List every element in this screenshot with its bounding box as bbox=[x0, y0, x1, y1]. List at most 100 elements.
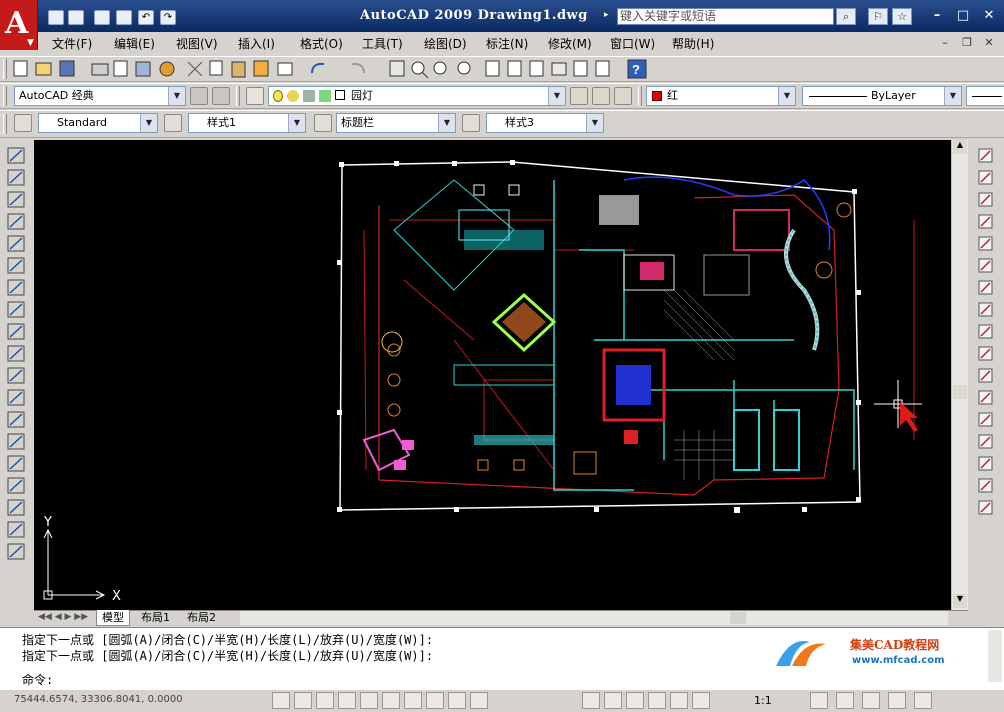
snap-mode-icon[interactable] bbox=[272, 692, 290, 709]
gradient-icon[interactable] bbox=[6, 476, 26, 495]
menu-help[interactable]: 帮助(H) bbox=[672, 35, 714, 52]
clean-screen-icon[interactable] bbox=[914, 692, 932, 709]
menu-edit[interactable]: 编辑(E) bbox=[114, 35, 155, 52]
circle-icon[interactable] bbox=[6, 278, 26, 297]
extend-icon[interactable] bbox=[976, 366, 996, 385]
coordinates-readout[interactable]: 75444.6574, 33306.8041, 0.0000 bbox=[14, 694, 183, 705]
chevron-down-icon[interactable]: ▼ bbox=[944, 87, 961, 105]
menu-dimension[interactable]: 标注(N) bbox=[486, 35, 528, 52]
break-at-point-icon[interactable] bbox=[976, 388, 996, 407]
layout-view-icon[interactable] bbox=[604, 692, 622, 709]
menu-modify[interactable]: 修改(M) bbox=[548, 35, 592, 52]
save-icon[interactable] bbox=[94, 10, 110, 25]
polar-tracking-icon[interactable] bbox=[338, 692, 356, 709]
erase-icon[interactable] bbox=[976, 146, 996, 165]
color-select[interactable]: 红 ▼ bbox=[646, 86, 796, 106]
table-icon[interactable] bbox=[6, 520, 26, 539]
auto-scale-icon[interactable] bbox=[836, 692, 854, 709]
ellipse-arc-icon[interactable] bbox=[6, 366, 26, 385]
minimize-window-button[interactable]: – bbox=[926, 8, 948, 25]
object-snap-tracking-icon[interactable] bbox=[382, 692, 400, 709]
lineweight-icon[interactable] bbox=[448, 692, 466, 709]
print-icon[interactable] bbox=[116, 10, 132, 25]
communication-center-icon[interactable]: ⚐ bbox=[868, 8, 888, 25]
dynamic-input-icon[interactable] bbox=[426, 692, 444, 709]
region-icon[interactable] bbox=[6, 498, 26, 517]
fillet-icon[interactable] bbox=[976, 476, 996, 495]
chevron-down-icon[interactable]: ▼ bbox=[586, 114, 603, 132]
showmotion-icon[interactable] bbox=[692, 692, 710, 709]
object-snap-icon[interactable] bbox=[360, 692, 378, 709]
close-window-button[interactable]: ✕ bbox=[978, 8, 1000, 25]
command-prompt[interactable]: 命令: bbox=[22, 671, 53, 688]
scroll-up-icon[interactable]: ▲ bbox=[953, 140, 967, 154]
lineweight-select[interactable] bbox=[966, 86, 1004, 106]
model-space-icon[interactable] bbox=[582, 692, 600, 709]
break-icon[interactable] bbox=[976, 410, 996, 429]
rectangle-icon[interactable] bbox=[6, 234, 26, 253]
doc-close-button[interactable]: ✕ bbox=[980, 36, 998, 50]
command-scrollbar[interactable] bbox=[988, 630, 1002, 682]
hatch-icon[interactable] bbox=[6, 454, 26, 473]
steering-wheel-icon[interactable] bbox=[670, 692, 688, 709]
construction-line-icon[interactable] bbox=[6, 168, 26, 187]
toolbar-grip[interactable] bbox=[3, 114, 7, 134]
array-icon[interactable] bbox=[976, 234, 996, 253]
rotate-icon[interactable] bbox=[976, 278, 996, 297]
menu-tools[interactable]: 工具(T) bbox=[362, 35, 403, 52]
open-file-icon[interactable] bbox=[68, 10, 84, 25]
layer-previous-icon[interactable] bbox=[592, 87, 610, 105]
multiline-text-icon[interactable] bbox=[6, 542, 26, 561]
dynamic-ucs-icon[interactable] bbox=[404, 692, 422, 709]
horizontal-scrollbar[interactable] bbox=[240, 611, 948, 625]
table-style-icon[interactable] bbox=[314, 114, 332, 132]
line-icon[interactable] bbox=[6, 146, 26, 165]
workspace-settings-icon[interactable] bbox=[190, 87, 208, 105]
layer-properties-icon[interactable] bbox=[246, 87, 264, 105]
search-icon[interactable]: ⌕ bbox=[836, 8, 856, 25]
multileader-style-select[interactable]: 样式3 ▼ bbox=[486, 113, 604, 133]
menu-format[interactable]: 格式(O) bbox=[300, 35, 343, 52]
ortho-mode-icon[interactable] bbox=[316, 692, 334, 709]
new-file-icon[interactable] bbox=[48, 10, 64, 25]
chamfer-icon[interactable] bbox=[976, 454, 996, 473]
vertical-scrollbar[interactable]: ▲ ▼ bbox=[951, 140, 968, 610]
toolbar-grip[interactable] bbox=[638, 86, 642, 106]
dimension-style-icon[interactable] bbox=[164, 114, 182, 132]
annotation-visibility-icon[interactable] bbox=[810, 692, 828, 709]
polygon-icon[interactable] bbox=[6, 212, 26, 231]
layer-select[interactable]: 园灯 ▼ bbox=[268, 86, 566, 106]
grid-display-icon[interactable] bbox=[294, 692, 312, 709]
move-icon[interactable] bbox=[976, 256, 996, 275]
linetype-select[interactable]: ByLayer ▼ bbox=[802, 86, 962, 106]
search-input[interactable]: 键入关键字或短语 bbox=[617, 8, 834, 25]
menu-draw[interactable]: 绘图(D) bbox=[424, 35, 467, 52]
chevron-down-icon[interactable]: ▼ bbox=[778, 87, 795, 105]
multileader-style-icon[interactable] bbox=[462, 114, 480, 132]
text-style-icon[interactable] bbox=[14, 114, 32, 132]
drawing-canvas[interactable]: Y X bbox=[34, 140, 951, 610]
annotation-scale[interactable]: 1:1 bbox=[754, 694, 772, 707]
zoom-icon[interactable] bbox=[648, 692, 666, 709]
horizontal-scroll-thumb[interactable] bbox=[730, 612, 746, 624]
pan-icon[interactable] bbox=[626, 692, 644, 709]
ellipse-icon[interactable] bbox=[6, 344, 26, 363]
maximize-window-button[interactable]: □ bbox=[952, 8, 974, 25]
stretch-icon[interactable] bbox=[976, 322, 996, 341]
chevron-down-icon[interactable]: ▼ bbox=[438, 114, 455, 132]
offset-icon[interactable] bbox=[976, 212, 996, 231]
chevron-down-icon[interactable]: ▼ bbox=[548, 87, 565, 105]
redo-icon[interactable]: ↷ bbox=[160, 10, 176, 25]
menu-view[interactable]: 视图(V) bbox=[176, 35, 218, 52]
tab-layout1[interactable]: 布局1 bbox=[136, 610, 175, 626]
toolbar-grip[interactable] bbox=[3, 59, 7, 79]
doc-minimize-button[interactable]: – bbox=[936, 36, 954, 50]
scale-icon[interactable] bbox=[976, 300, 996, 319]
tab-layout2[interactable]: 布局2 bbox=[182, 610, 221, 626]
copy-icon[interactable] bbox=[976, 168, 996, 187]
workspace-switch-icon[interactable] bbox=[862, 692, 880, 709]
menu-file[interactable]: 文件(F) bbox=[52, 35, 92, 52]
explode-icon[interactable] bbox=[976, 498, 996, 517]
arc-icon[interactable] bbox=[6, 256, 26, 275]
make-block-icon[interactable] bbox=[6, 410, 26, 429]
